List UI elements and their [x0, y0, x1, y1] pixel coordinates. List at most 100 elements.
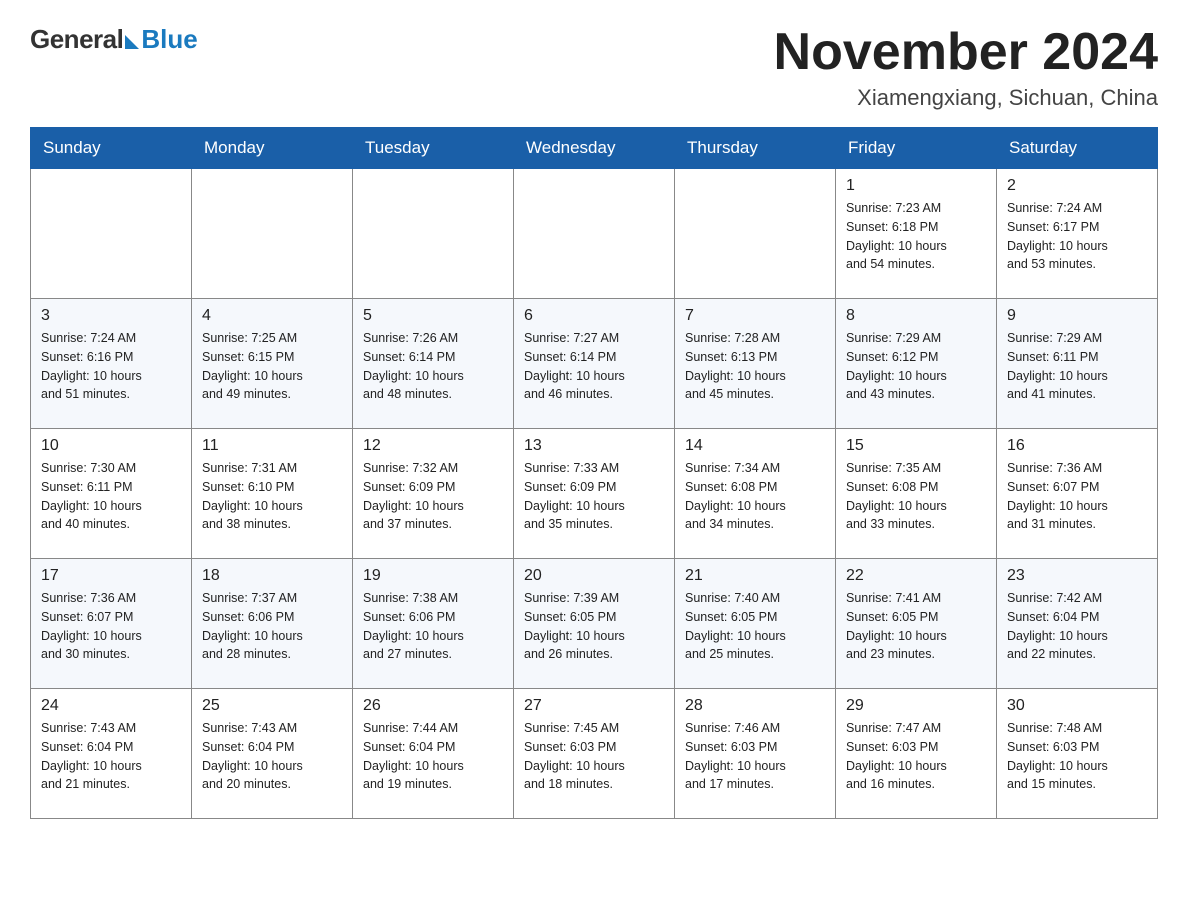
calendar-cell: 2 Sunrise: 7:24 AM Sunset: 6:17 PM Daylig… — [997, 169, 1158, 299]
day-number: 13 — [524, 437, 664, 455]
day-info: Sunrise: 7:29 AM Sunset: 6:12 PM Dayligh… — [846, 329, 986, 404]
day-number: 25 — [202, 697, 342, 715]
calendar-cell: 16 Sunrise: 7:36 AM Sunset: 6:07 PM Dayli… — [997, 429, 1158, 559]
calendar-cell: 17Sunrise: 7:36 AM Sunset: 6:07 PM Dayli… — [31, 559, 192, 689]
day-info: Sunrise: 7:26 AM Sunset: 6:14 PM Dayligh… — [363, 329, 503, 404]
day-info: Sunrise: 7:33 AM Sunset: 6:09 PM Dayligh… — [524, 459, 664, 534]
logo-blue-text: Blue — [141, 24, 197, 55]
day-info: Sunrise: 7:40 AM Sunset: 6:05 PM Dayligh… — [685, 589, 825, 664]
day-info: Sunrise: 7:47 AM Sunset: 6:03 PM Dayligh… — [846, 719, 986, 794]
calendar-header-row: SundayMondayTuesdayWednesdayThursdayFrid… — [31, 128, 1158, 169]
day-number: 19 — [363, 567, 503, 585]
calendar-cell: 24 Sunrise: 7:43 AM Sunset: 6:04 PM Dayli… — [31, 689, 192, 819]
day-number: 30 — [1007, 697, 1147, 715]
day-number: 3 — [41, 307, 181, 325]
day-info: Sunrise: 7:43 AM Sunset: 6:04 PM Dayligh… — [41, 719, 181, 794]
calendar-cell — [675, 169, 836, 299]
day-number: 11 — [202, 437, 342, 455]
day-number: 15 — [846, 437, 986, 455]
day-info: Sunrise: 7:41 AM Sunset: 6:05 PM Dayligh… — [846, 589, 986, 664]
day-info: Sunrise: 7:24 AM Sunset: 6:16 PM Dayligh… — [41, 329, 181, 404]
day-info: Sunrise: 7:36 AM Sunset: 6:07 PM Dayligh… — [41, 589, 181, 664]
day-info: Sunrise: 7:36 AM Sunset: 6:07 PM Dayligh… — [1007, 459, 1147, 534]
logo: General Blue — [30, 24, 198, 55]
day-info: Sunrise: 7:43 AM Sunset: 6:04 PM Dayligh… — [202, 719, 342, 794]
calendar-cell: 1 Sunrise: 7:23 AM Sunset: 6:18 PM Daylig… — [836, 169, 997, 299]
day-number: 7 — [685, 307, 825, 325]
calendar-cell: 26 Sunrise: 7:44 AM Sunset: 6:04 PM Dayli… — [353, 689, 514, 819]
calendar-cell — [31, 169, 192, 299]
day-info: Sunrise: 7:44 AM Sunset: 6:04 PM Dayligh… — [363, 719, 503, 794]
day-number: 9 — [1007, 307, 1147, 325]
calendar-cell: 14Sunrise: 7:34 AM Sunset: 6:08 PM Dayli… — [675, 429, 836, 559]
day-number: 2 — [1007, 177, 1147, 195]
calendar-cell: 12 Sunrise: 7:32 AM Sunset: 6:09 PM Dayli… — [353, 429, 514, 559]
day-number: 20 — [524, 567, 664, 585]
day-number: 1 — [846, 177, 986, 195]
calendar-cell: 19 Sunrise: 7:38 AM Sunset: 6:06 PM Dayli… — [353, 559, 514, 689]
day-number: 14 — [685, 437, 825, 455]
page-subtitle: Xiamengxiang, Sichuan, China — [774, 85, 1158, 111]
day-number: 5 — [363, 307, 503, 325]
day-number: 18 — [202, 567, 342, 585]
day-number: 8 — [846, 307, 986, 325]
calendar-header-thursday: Thursday — [675, 128, 836, 169]
day-info: Sunrise: 7:29 AM Sunset: 6:11 PM Dayligh… — [1007, 329, 1147, 404]
calendar-table: SundayMondayTuesdayWednesdayThursdayFrid… — [30, 127, 1158, 819]
calendar-week-row: 10 Sunrise: 7:30 AM Sunset: 6:11 PM Dayli… — [31, 429, 1158, 559]
calendar-cell: 7Sunrise: 7:28 AM Sunset: 6:13 PM Daylig… — [675, 299, 836, 429]
day-info: Sunrise: 7:30 AM Sunset: 6:11 PM Dayligh… — [41, 459, 181, 534]
calendar-cell: 13 Sunrise: 7:33 AM Sunset: 6:09 PM Dayli… — [514, 429, 675, 559]
calendar-cell: 30 Sunrise: 7:48 AM Sunset: 6:03 PM Dayli… — [997, 689, 1158, 819]
day-info: Sunrise: 7:27 AM Sunset: 6:14 PM Dayligh… — [524, 329, 664, 404]
calendar-header-monday: Monday — [192, 128, 353, 169]
calendar-cell: 11Sunrise: 7:31 AM Sunset: 6:10 PM Dayli… — [192, 429, 353, 559]
calendar-cell: 4Sunrise: 7:25 AM Sunset: 6:15 PM Daylig… — [192, 299, 353, 429]
calendar-cell: 5 Sunrise: 7:26 AM Sunset: 6:14 PM Daylig… — [353, 299, 514, 429]
calendar-week-row: 24 Sunrise: 7:43 AM Sunset: 6:04 PM Dayli… — [31, 689, 1158, 819]
calendar-cell: 25 Sunrise: 7:43 AM Sunset: 6:04 PM Dayli… — [192, 689, 353, 819]
day-info: Sunrise: 7:39 AM Sunset: 6:05 PM Dayligh… — [524, 589, 664, 664]
calendar-cell: 8 Sunrise: 7:29 AM Sunset: 6:12 PM Daylig… — [836, 299, 997, 429]
day-number: 24 — [41, 697, 181, 715]
calendar-cell — [514, 169, 675, 299]
calendar-header-saturday: Saturday — [997, 128, 1158, 169]
title-block: November 2024 Xiamengxiang, Sichuan, Chi… — [774, 24, 1158, 111]
day-info: Sunrise: 7:23 AM Sunset: 6:18 PM Dayligh… — [846, 199, 986, 274]
day-number: 16 — [1007, 437, 1147, 455]
day-number: 26 — [363, 697, 503, 715]
day-number: 12 — [363, 437, 503, 455]
page-header: General Blue November 2024 Xiamengxiang,… — [30, 24, 1158, 111]
day-number: 21 — [685, 567, 825, 585]
logo-general-text: General — [30, 24, 123, 55]
calendar-header-friday: Friday — [836, 128, 997, 169]
day-info: Sunrise: 7:48 AM Sunset: 6:03 PM Dayligh… — [1007, 719, 1147, 794]
calendar-cell: 15 Sunrise: 7:35 AM Sunset: 6:08 PM Dayli… — [836, 429, 997, 559]
calendar-cell: 18 Sunrise: 7:37 AM Sunset: 6:06 PM Dayli… — [192, 559, 353, 689]
day-info: Sunrise: 7:45 AM Sunset: 6:03 PM Dayligh… — [524, 719, 664, 794]
calendar-cell: 27 Sunrise: 7:45 AM Sunset: 6:03 PM Dayli… — [514, 689, 675, 819]
calendar-cell: 29 Sunrise: 7:47 AM Sunset: 6:03 PM Dayli… — [836, 689, 997, 819]
calendar-cell: 9 Sunrise: 7:29 AM Sunset: 6:11 PM Daylig… — [997, 299, 1158, 429]
day-number: 4 — [202, 307, 342, 325]
calendar-cell: 28Sunrise: 7:46 AM Sunset: 6:03 PM Dayli… — [675, 689, 836, 819]
day-number: 10 — [41, 437, 181, 455]
calendar-cell — [192, 169, 353, 299]
day-info: Sunrise: 7:42 AM Sunset: 6:04 PM Dayligh… — [1007, 589, 1147, 664]
calendar-cell: 10 Sunrise: 7:30 AM Sunset: 6:11 PM Dayli… — [31, 429, 192, 559]
day-info: Sunrise: 7:35 AM Sunset: 6:08 PM Dayligh… — [846, 459, 986, 534]
day-info: Sunrise: 7:32 AM Sunset: 6:09 PM Dayligh… — [363, 459, 503, 534]
day-info: Sunrise: 7:38 AM Sunset: 6:06 PM Dayligh… — [363, 589, 503, 664]
day-number: 29 — [846, 697, 986, 715]
calendar-cell: 21 Sunrise: 7:40 AM Sunset: 6:05 PM Dayli… — [675, 559, 836, 689]
calendar-cell: 23Sunrise: 7:42 AM Sunset: 6:04 PM Dayli… — [997, 559, 1158, 689]
calendar-cell: 3 Sunrise: 7:24 AM Sunset: 6:16 PM Daylig… — [31, 299, 192, 429]
calendar-cell: 22Sunrise: 7:41 AM Sunset: 6:05 PM Dayli… — [836, 559, 997, 689]
calendar-header-sunday: Sunday — [31, 128, 192, 169]
day-number: 27 — [524, 697, 664, 715]
page-title: November 2024 — [774, 24, 1158, 81]
day-info: Sunrise: 7:24 AM Sunset: 6:17 PM Dayligh… — [1007, 199, 1147, 274]
calendar-week-row: 3 Sunrise: 7:24 AM Sunset: 6:16 PM Daylig… — [31, 299, 1158, 429]
calendar-header-wednesday: Wednesday — [514, 128, 675, 169]
day-info: Sunrise: 7:37 AM Sunset: 6:06 PM Dayligh… — [202, 589, 342, 664]
